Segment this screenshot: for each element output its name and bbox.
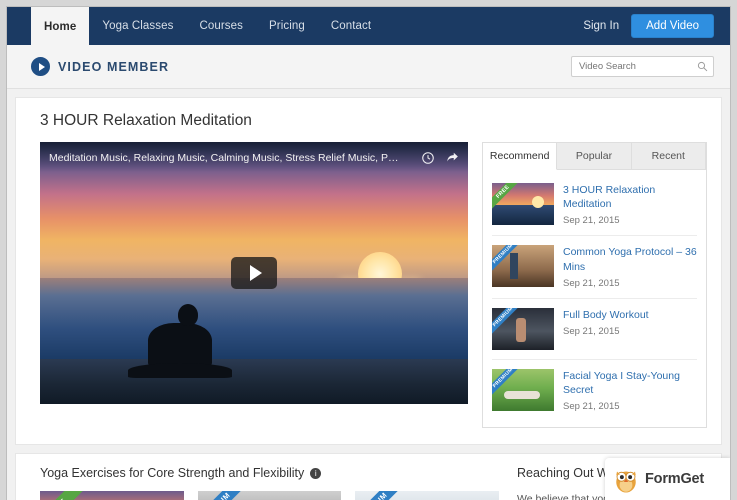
video-title-link[interactable]: 3 HOUR Relaxation Meditation (563, 183, 697, 211)
player-title-bar: Meditation Music, Relaxing Music, Calmin… (40, 142, 468, 172)
add-video-button[interactable]: Add Video (631, 14, 714, 38)
search-box[interactable] (571, 56, 714, 77)
nav-item-yoga-classes[interactable]: Yoga Classes (89, 7, 186, 45)
browser-viewport: Home Yoga Classes Courses Pricing Contac… (6, 6, 731, 500)
video-card[interactable]: FREE (40, 491, 184, 500)
info-icon[interactable]: i (310, 467, 322, 479)
top-navigation-bar: Home Yoga Classes Courses Pricing Contac… (7, 7, 730, 45)
section-title-left: Yoga Exercises for Core Strength and Fle… (40, 466, 499, 480)
video-thumbnail[interactable]: FREE (492, 183, 554, 225)
video-date: Sep 21, 2015 (563, 401, 620, 413)
video-date: Sep 21, 2015 (563, 277, 620, 289)
nav-item-contact[interactable]: Contact (318, 7, 384, 45)
video-player[interactable]: Meditation Music, Relaxing Music, Calmin… (40, 142, 468, 404)
search-input[interactable] (577, 60, 697, 73)
video-title-link[interactable]: Common Yoga Protocol – 36 Mins (563, 245, 697, 273)
sidebar-tabs: Recommend Popular Recent (483, 143, 706, 170)
video-title-link[interactable]: Full Body Workout (563, 308, 697, 322)
video-meta: Facial Yoga I Stay-Young Secret Sep 21, … (563, 369, 697, 412)
page-title: 3 HOUR Relaxation Meditation (40, 112, 252, 129)
video-thumbnail[interactable]: PREMIUM (492, 307, 554, 350)
play-logo-icon (31, 57, 50, 76)
tab-recent[interactable]: Recent (631, 143, 706, 170)
video-sidebar: Recommend Popular Recent FREE 3 HOUR Rel… (482, 142, 707, 429)
formget-watermark[interactable]: FormGet (605, 458, 730, 500)
owl-mascot-icon (616, 471, 636, 493)
video-list: FREE 3 HOUR Relaxation Meditation Sep 21… (483, 170, 706, 427)
brand-bar: VIDEO MEMBER (7, 45, 730, 89)
core-strength-column: Yoga Exercises for Core Strength and Fle… (40, 466, 500, 500)
list-item[interactable]: PREMIUM Full Body Workout Sep 21, 2015 (492, 299, 697, 360)
site-logo-text: VIDEO MEMBER (58, 59, 170, 74)
content-row: Meditation Music, Relaxing Music, Calmin… (30, 142, 707, 429)
video-date: Sep 21, 2015 (563, 215, 620, 227)
nav-actions: Sign In Add Video (583, 7, 730, 45)
list-item[interactable]: PREMIUM Common Yoga Protocol – 36 Mins S… (492, 236, 697, 299)
formget-label: FormGet (645, 471, 705, 487)
list-item[interactable]: FREE 3 HOUR Relaxation Meditation Sep 21… (492, 174, 697, 237)
page-root: Home Yoga Classes Courses Pricing Contac… (0, 0, 737, 500)
tab-recommend[interactable]: Recommend (483, 143, 558, 170)
video-card-grid: FREE PREMIUM PREMIUM (40, 491, 500, 500)
player-video-title: Meditation Music, Relaxing Music, Calmin… (49, 152, 401, 164)
video-card[interactable]: PREMIUM (355, 491, 500, 500)
video-meta: Common Yoga Protocol – 36 Mins Sep 21, 2… (563, 245, 697, 288)
video-meta: 3 HOUR Relaxation Meditation Sep 21, 201… (563, 183, 697, 226)
nav-item-home[interactable]: Home (31, 7, 90, 45)
search-icon[interactable] (697, 61, 708, 72)
site-logo[interactable]: VIDEO MEMBER (31, 57, 169, 76)
video-thumbnail[interactable]: PREMIUM (492, 368, 554, 411)
nav-item-courses[interactable]: Courses (186, 7, 256, 45)
video-title-link[interactable]: Facial Yoga I Stay-Young Secret (563, 369, 697, 397)
clock-icon[interactable] (421, 151, 435, 165)
video-thumbnail[interactable]: PREMIUM (492, 245, 554, 288)
nav-links: Home Yoga Classes Courses Pricing Contac… (31, 7, 384, 45)
video-card[interactable]: PREMIUM (197, 491, 342, 500)
video-date: Sep 21, 2015 (563, 325, 620, 337)
play-button[interactable] (231, 257, 277, 289)
tab-popular[interactable]: Popular (557, 143, 632, 170)
main-content-panel: 3 HOUR Relaxation Meditation Meditation … (15, 97, 722, 446)
player-icon-group (421, 151, 459, 165)
sign-in-link[interactable]: Sign In (583, 20, 619, 32)
list-item[interactable]: PREMIUM Facial Yoga I Stay-Young Secret … (492, 360, 697, 421)
section-title-left-text: Yoga Exercises for Core Strength and Fle… (40, 466, 305, 481)
nav-item-pricing[interactable]: Pricing (256, 7, 318, 45)
video-meta: Full Body Workout Sep 21, 2015 (563, 308, 697, 350)
share-icon[interactable] (445, 151, 459, 165)
player-meditating-figure (128, 304, 232, 378)
player-beach (40, 359, 468, 404)
